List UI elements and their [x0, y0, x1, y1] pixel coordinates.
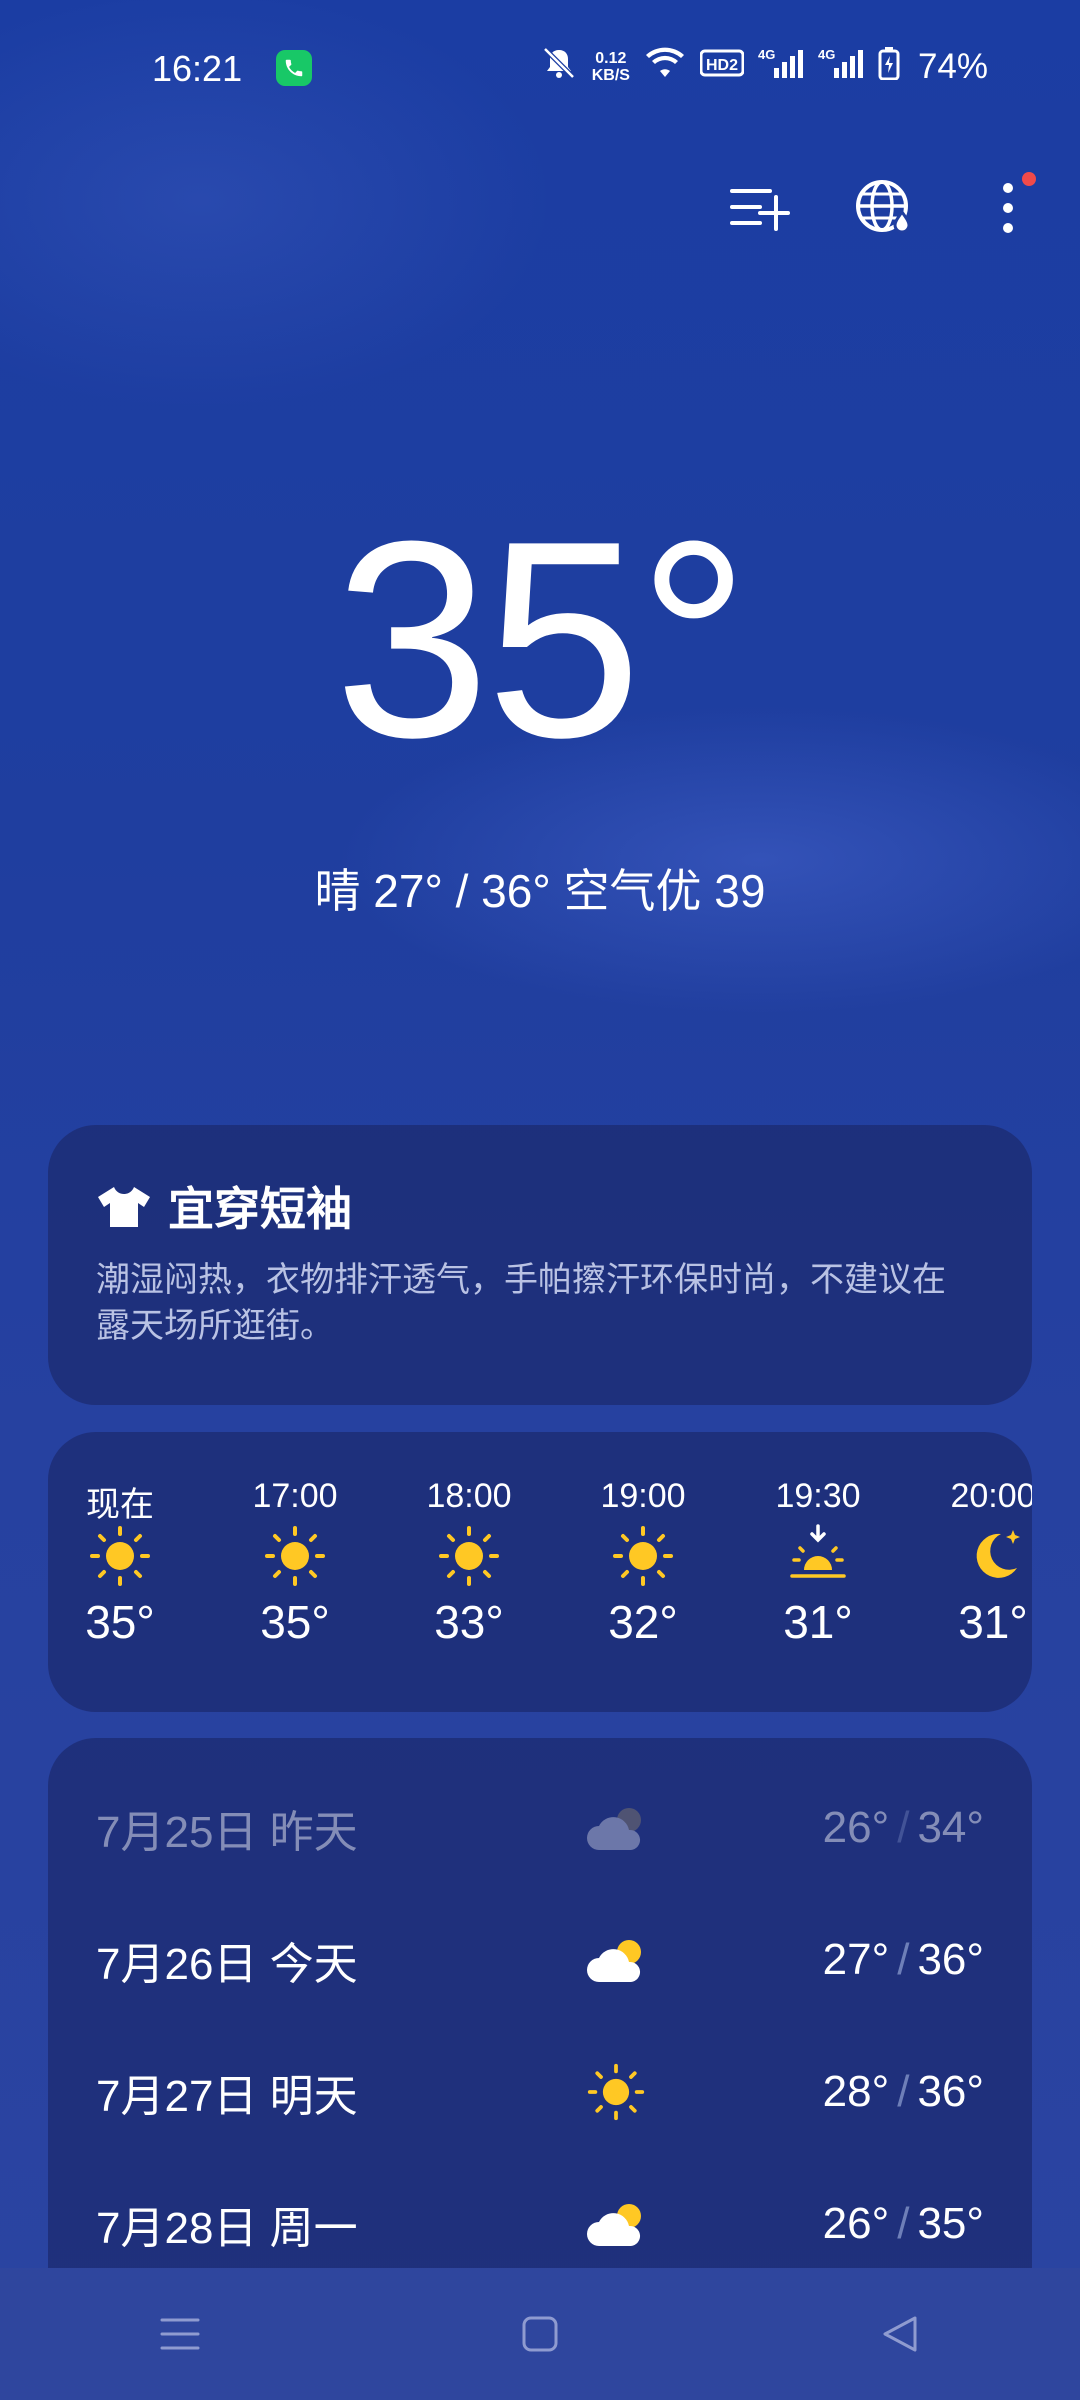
net-speed: 0.12 KB/S: [592, 50, 630, 84]
hourly-item: 17:00 35°: [230, 1477, 360, 1649]
day-temps: 28°/36°: [823, 2067, 984, 2117]
cloudy-icon: [576, 1800, 656, 1856]
day-low: 26°: [822, 2199, 890, 2248]
more-vertical-icon: [1003, 183, 1013, 233]
list-add-icon: [730, 189, 790, 231]
sun-icon: [230, 1521, 360, 1591]
advice-header: 宜穿短袖: [96, 1173, 352, 1239]
advice-title: 宜穿短袖: [168, 1183, 352, 1235]
home-button[interactable]: [495, 2289, 585, 2379]
silent-bell-icon: [540, 46, 578, 88]
hour-time: 现在: [86, 1486, 154, 1524]
hour-time: 20:00: [950, 1477, 1032, 1515]
globe-icon: [856, 180, 911, 234]
manage-cities-button[interactable]: [728, 176, 792, 240]
square-icon: [522, 2316, 558, 2352]
sunset-icon: [753, 1521, 883, 1591]
hour-time: 19:30: [775, 1477, 861, 1515]
global-weather-button[interactable]: [852, 176, 916, 240]
daily-forecast[interactable]: 7月25日 昨天 26°/34° 7月26日 今天 27°/36° 7月27日 …: [48, 1738, 1032, 2298]
phone-call-icon[interactable]: [276, 50, 312, 86]
temp-separator: /: [897, 2199, 910, 2248]
recent-apps-button[interactable]: [135, 2289, 225, 2379]
hour-time: 18:00: [426, 1477, 512, 1515]
day-high: 36°: [917, 1935, 984, 1984]
hourly-item: 19:00 32°: [578, 1477, 708, 1649]
day-label: 7月27日 明天: [96, 2072, 358, 2121]
daily-row[interactable]: 7月28日 周一 26°/35°: [96, 2184, 984, 2264]
temp-separator: /: [897, 1935, 910, 1984]
net-speed-unit: KB/S: [591, 67, 630, 84]
day-high: 34°: [917, 1803, 984, 1852]
status-time: 16:21: [152, 48, 243, 89]
top-actions: [728, 172, 1040, 240]
sun-icon: [576, 2062, 656, 2122]
tshirt-icon: [98, 1187, 150, 1227]
hour-temp: 33°: [434, 1596, 504, 1648]
sun-icon: [578, 1521, 708, 1591]
sun-icon: [55, 1521, 185, 1591]
back-button[interactable]: [855, 2289, 945, 2379]
day-temps: 26°/34°: [823, 1803, 984, 1853]
sun-icon: [404, 1521, 534, 1591]
cloudy-icon: [576, 1932, 656, 1988]
daily-row[interactable]: 7月26日 今天 27°/36°: [96, 1920, 984, 2000]
signal-sim1-icon: 4G: [758, 46, 804, 88]
system-nav-bar: [0, 2268, 1080, 2400]
day-temps: 27°/36°: [823, 1935, 984, 1985]
daily-row[interactable]: 7月25日 昨天 26°/34°: [96, 1788, 984, 1868]
menu-icon: [160, 2318, 200, 2350]
hourly-item: 20:00 31°: [928, 1477, 1032, 1649]
temp-separator: /: [897, 2067, 910, 2116]
hourly-forecast[interactable]: 现在 35° 17:00 35° 18:00 33° 19:00 32° 19:…: [48, 1432, 1032, 1712]
clothing-advice-card[interactable]: 宜穿短袖 潮湿闷热，衣物排汗透气，手帕擦汗环保时尚，不建议在露天场所逛街。: [48, 1125, 1032, 1405]
day-temps: 26°/35°: [823, 2199, 984, 2249]
weather-summary[interactable]: 晴 27° / 36° 空气优 39: [0, 855, 1080, 921]
day-label: 7月25日 昨天: [96, 1808, 358, 1857]
hourly-item: 现在 35°: [55, 1477, 185, 1649]
day-high: 36°: [917, 2067, 984, 2116]
day-low: 26°: [822, 1803, 890, 1852]
daily-row[interactable]: 7月27日 明天 28°/36°: [96, 2052, 984, 2132]
hour-temp: 31°: [958, 1596, 1028, 1648]
cloudy-icon: [576, 2196, 656, 2252]
net-speed-value: 0.12: [595, 50, 627, 67]
status-icons: 0.12 KB/S HD2 4G 4G 74%: [540, 46, 988, 88]
hour-temp: 32°: [608, 1596, 678, 1648]
battery-percent: 74%: [917, 47, 988, 86]
sim1-label: 4G: [758, 47, 775, 62]
sim2-label: 4G: [818, 47, 835, 62]
current-temperature: 35°: [334, 484, 749, 796]
hour-temp: 31°: [783, 1596, 853, 1648]
day-low: 27°: [822, 1935, 890, 1984]
hourly-item: 19:30 31°: [753, 1477, 883, 1649]
day-low: 28°: [822, 2067, 890, 2116]
hd-icon: HD2: [699, 48, 745, 86]
notification-dot: [1022, 172, 1036, 186]
temp-separator: /: [897, 1803, 910, 1852]
wifi-icon: [644, 47, 686, 87]
status-bar: 16:21 0.12 KB/S HD2 4G 4G 74%: [0, 0, 1080, 140]
hour-temp: 35°: [85, 1596, 155, 1648]
hd-label: HD2: [706, 57, 738, 74]
signal-sim2-icon: 4G: [818, 46, 864, 88]
day-label: 7月28日 周一: [96, 2204, 358, 2253]
more-options-button[interactable]: [976, 172, 1040, 240]
moon-icon: [928, 1521, 1032, 1591]
hour-time: 19:00: [600, 1477, 686, 1515]
hourly-item: 18:00 33°: [404, 1477, 534, 1649]
day-label: 7月26日 今天: [96, 1940, 358, 1989]
day-high: 35°: [917, 2199, 984, 2248]
hour-temp: 35°: [260, 1596, 330, 1648]
hour-time: 17:00: [252, 1477, 338, 1515]
back-triangle-icon: [883, 2316, 917, 2352]
battery-charging-icon: [878, 46, 900, 88]
advice-text: 潮湿闷热，衣物排汗透气，手帕擦汗环保时尚，不建议在露天场所逛街。: [96, 1261, 946, 1345]
